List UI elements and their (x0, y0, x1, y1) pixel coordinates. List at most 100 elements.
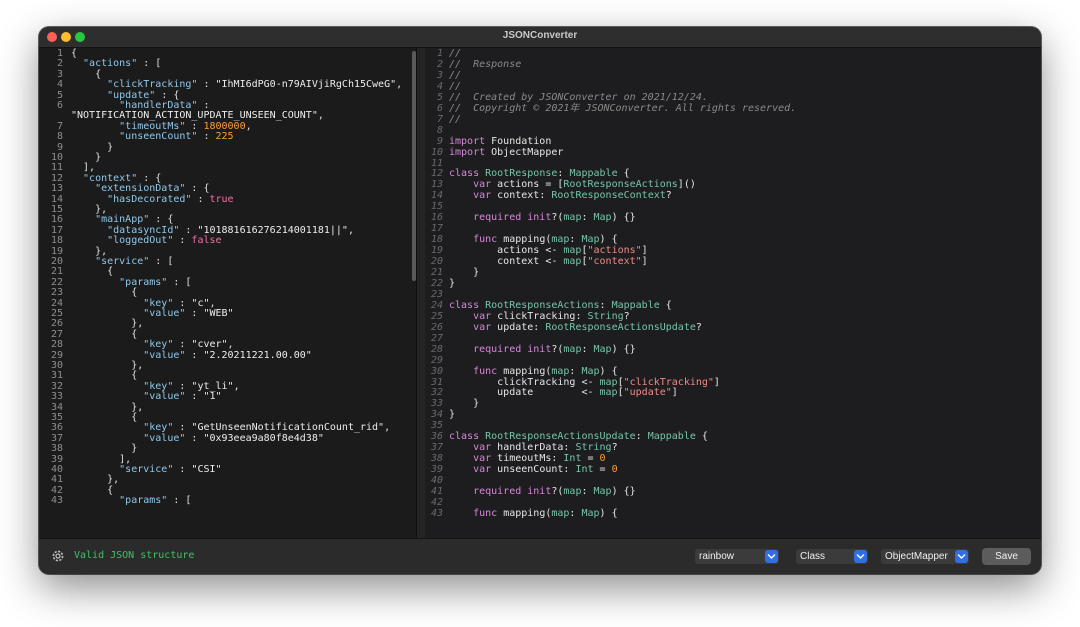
code-token: : { (155, 89, 180, 101)
json-line: 10 } (39, 152, 101, 163)
code-line: 5 // Created by JSONConverter on 2021/12/… (425, 92, 708, 103)
gear-icon[interactable] (51, 549, 65, 563)
line-number: 21 (50, 266, 63, 278)
code-token: "101881616276214001181||" (197, 224, 348, 236)
model-code-output[interactable]: 1 // 2 // Response 3 // 4 // 5 // Created by JSON… (425, 48, 1041, 539)
code-token: "1" (203, 391, 222, 403)
code-token: } (71, 443, 138, 455)
code-token: , (233, 380, 240, 392)
line-number: 37 (430, 442, 443, 454)
save-button[interactable]: Save (982, 548, 1031, 565)
code-line: 41 required init?(map: Map) {} (425, 486, 636, 497)
code-token: var (449, 442, 492, 454)
code-token: ] (641, 245, 648, 257)
json-line: 40 "service" : "CSI" (39, 464, 222, 475)
line-number: 28 (430, 343, 443, 355)
json-editor-scrollbar[interactable] (412, 51, 416, 281)
code-token: Mappable (647, 431, 696, 443)
code-token: ], (71, 453, 132, 465)
code-line: 18 func mapping(map: Map) { (425, 234, 618, 245)
framework-select[interactable]: ObjectMapper (881, 549, 969, 564)
json-line: 11 ], (39, 162, 95, 173)
code-token: : (557, 168, 570, 180)
code-token: ) {} (611, 343, 636, 355)
json-input-editor[interactable]: 1{2 "actions" : [3 {4 "clickTracking" : … (39, 48, 416, 539)
code-line: 29 (425, 355, 449, 366)
code-token: : (179, 224, 198, 236)
code-token: // (449, 113, 462, 125)
line-number: 30 (50, 360, 63, 371)
code-token: : { (137, 172, 162, 184)
json-line: 36 "key" : "GetUnseenNotificationCount_r… (39, 422, 390, 433)
code-token: ]() (677, 179, 696, 191)
line-number: 30 (430, 365, 443, 377)
code-token: var (449, 464, 492, 476)
json-line: 5 "update" : { (39, 90, 179, 101)
code-token: required init (449, 486, 552, 497)
code-token: { (71, 328, 138, 340)
code-token: "value" (71, 391, 186, 403)
code-token: ) {} (611, 486, 636, 497)
json-line: 41 }, (39, 474, 119, 485)
output-type-select[interactable]: Class (796, 549, 868, 564)
line-number: 16 (430, 212, 443, 224)
line-number: 21 (430, 267, 443, 278)
code-token: : (581, 343, 594, 355)
line-number: 35 (50, 412, 63, 423)
code-token: "context" (587, 256, 642, 268)
line-number: 26 (430, 321, 443, 333)
line-number: 31 (50, 370, 63, 382)
code-line: 15 (425, 201, 449, 212)
code-token: RootResponseContext (551, 190, 666, 202)
line-number: 38 (430, 453, 443, 465)
line-number: 19 (50, 245, 63, 257)
line-number: 34 (50, 401, 63, 413)
code-line: 17 (425, 223, 449, 234)
code-token: }, (71, 401, 144, 413)
code-token: { (71, 48, 78, 59)
code-token: var (449, 190, 492, 202)
code-token: : (173, 422, 192, 434)
code-token: "value" (71, 349, 186, 361)
json-line: 18 "loggedOut" : false (39, 235, 222, 246)
code-token: : (569, 365, 582, 377)
json-line: 37 "value" : "0x93eea9a80f8e4d38" (39, 433, 324, 444)
line-number: 43 (50, 495, 63, 507)
code-token: false (191, 235, 222, 247)
code-line: 25 var clickTracking: String? (425, 311, 630, 322)
code-line: 37 var handlerData: String? (425, 442, 618, 453)
code-line: 16 required init?(map: Map) {} (425, 212, 636, 223)
code-line: 28 required init?(map: Map) {} (425, 344, 636, 355)
code-token: "service" (71, 464, 174, 475)
code-token: RootResponseActionsUpdate (479, 431, 636, 443)
theme-select[interactable]: rainbow (695, 549, 779, 564)
code-token: , (317, 110, 324, 122)
code-token: func (449, 365, 498, 377)
line-number: 24 (50, 297, 63, 309)
code-token: : (197, 100, 210, 111)
chevron-down-icon (854, 550, 867, 563)
code-token: map (563, 212, 582, 224)
code-token: "params" (71, 495, 168, 507)
line-number: 25 (50, 308, 63, 319)
code-token: , (396, 79, 403, 91)
code-token: map (551, 507, 570, 519)
json-line: 3 { (39, 69, 101, 80)
code-token: "2.20211221.00.00" (203, 349, 312, 361)
code-token: class (449, 299, 480, 311)
line-number: 11 (430, 157, 443, 169)
code-token: { (695, 431, 708, 443)
chevron-down-icon (765, 550, 778, 563)
json-line: 19 }, (39, 246, 107, 257)
code-token: RootResponseActionsUpdate (545, 321, 696, 333)
code-token: : (185, 391, 204, 403)
code-token: class (449, 168, 480, 180)
line-number: 1 (56, 48, 63, 59)
json-line: 39 ], (39, 454, 131, 465)
code-token: ? (665, 190, 672, 202)
code-line: 3 // (425, 70, 461, 81)
code-token: map (551, 365, 570, 377)
code-token: } (449, 277, 456, 289)
code-token: update <- (449, 387, 600, 399)
code-token: : [ (167, 495, 192, 507)
